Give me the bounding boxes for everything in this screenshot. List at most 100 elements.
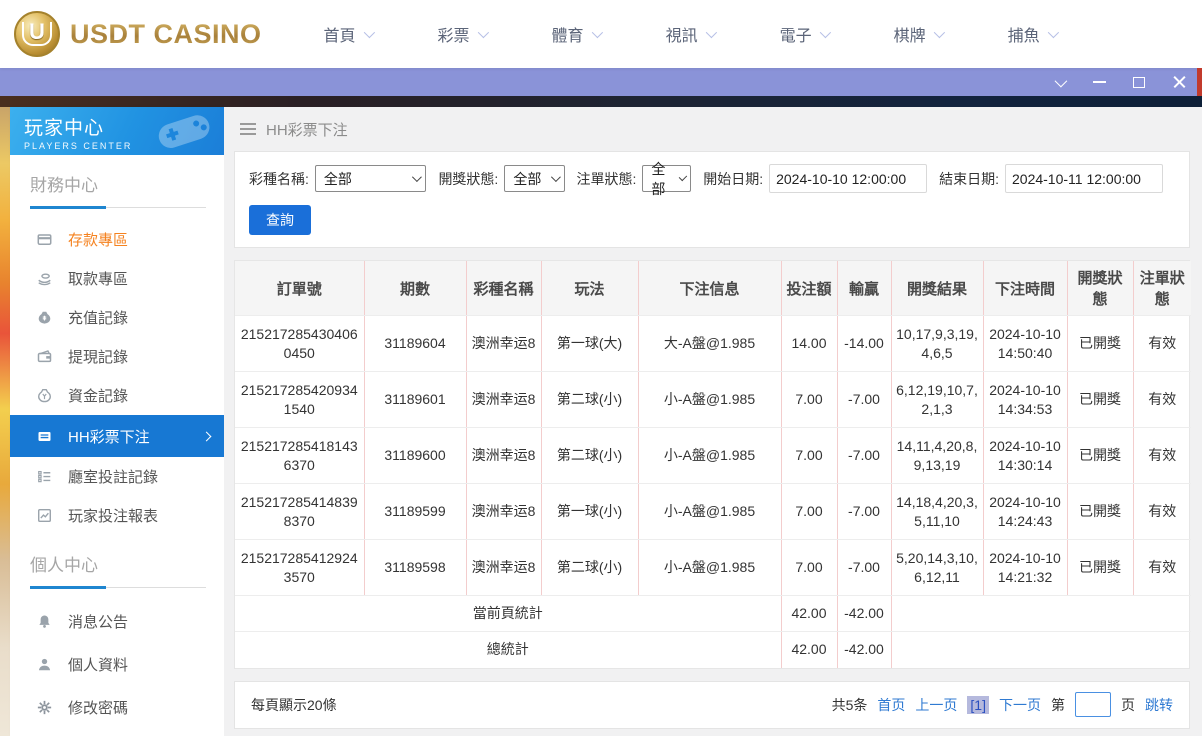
nav-label: 視訊 — [665, 28, 698, 45]
section-heading-finance: 財務中心 — [30, 176, 98, 195]
sidebar-item-label: 充值記錄 — [68, 310, 129, 327]
sidebar-item-label: 玩家投注報表 — [68, 508, 159, 525]
start-date-input[interactable] — [769, 164, 928, 193]
page-total-empty — [891, 595, 1191, 632]
jump-action-link[interactable]: 跳转 — [1145, 695, 1173, 715]
chevron-down-icon — [705, 26, 717, 39]
cell-play-type: 第一球(大) — [541, 315, 639, 372]
window-title-bar — [0, 68, 1202, 96]
nav-item-lottery[interactable]: 彩票 — [437, 22, 489, 46]
chevron-down-icon — [678, 172, 688, 182]
cell-draw-status: 已開獎 — [1067, 427, 1134, 484]
prev-page-link[interactable]: 上一页 — [915, 695, 957, 715]
nav-item-slots[interactable]: 電子 — [780, 22, 831, 46]
cell-lottery-name: 澳洲幸运8 — [466, 371, 542, 428]
sidebar-item-profile[interactable]: 個人資料 — [10, 645, 224, 684]
cell-period: 31189604 — [364, 315, 467, 372]
brand-logo[interactable]: U USDT CASINO — [14, 11, 262, 57]
lottery-name-select[interactable]: 全部 — [314, 165, 427, 192]
cell-order-status: 有效 — [1133, 483, 1191, 540]
col-bet-amount: 投注額 — [781, 261, 838, 316]
order-status-label: 注單狀態: — [576, 170, 637, 187]
sidebar-item-label: 廳室投註記錄 — [68, 469, 159, 486]
background-artwork-strip — [0, 107, 10, 736]
next-page-link[interactable]: 下一页 — [999, 695, 1041, 715]
chevron-down-icon — [1054, 74, 1067, 87]
nav-item-live[interactable]: 視訊 — [665, 22, 717, 46]
sidebar-item-label: 修改密碼 — [68, 700, 129, 717]
cell-draw-result: 5,20,14,3,10,6,12,11 — [891, 539, 984, 596]
bell-icon — [36, 614, 52, 630]
first-page-link[interactable]: 首页 — [877, 695, 905, 715]
nav-item-fishing[interactable]: 捕魚 — [1008, 22, 1059, 46]
sidebar-item-hall-bet-records[interactable]: 廳室投註記錄 — [10, 457, 224, 496]
top-nav: 首頁 彩票 體育 視訊 電子 棋牌 捕魚 — [323, 22, 1059, 46]
close-button[interactable] — [1170, 73, 1188, 91]
grand-total-empty — [891, 632, 1191, 668]
cell-bet-amount: 7.00 — [781, 427, 838, 484]
sidebar-item-label: 個人資料 — [68, 657, 129, 674]
chevron-down-icon — [363, 26, 375, 39]
sidebar-item-change-password[interactable]: 修改密碼 — [10, 688, 224, 727]
nav-label: 棋牌 — [893, 28, 926, 45]
cell-lottery-name: 澳洲幸运8 — [466, 315, 542, 372]
cell-bet-amount: 7.00 — [781, 539, 838, 596]
col-play-type: 玩法 — [541, 261, 639, 316]
cell-bet-amount: 14.00 — [781, 315, 838, 372]
logo-letter: U — [22, 21, 52, 46]
collapse-chevron-button[interactable] — [1050, 73, 1068, 91]
sidebar-item-withdraw-zone[interactable]: 取款專區 — [10, 259, 224, 298]
close-button-edge — [1197, 68, 1202, 96]
order-status-select[interactable]: 全部 — [642, 161, 692, 197]
main-content: HH彩票下注 彩種名稱: 全部 開獎狀態: 全部 注單狀態: 全部 開始日期: … — [224, 107, 1202, 736]
page-title: HH彩票下注 — [266, 121, 348, 139]
pagination-panel: 每頁顯示20條 共5条 首页 上一页 [1] 下一页 第 页 跳转 — [234, 680, 1190, 729]
sidebar-item-player-bet-report[interactable]: 玩家投注報表 — [10, 496, 224, 535]
chevron-down-icon — [1047, 26, 1059, 39]
draw-status-select[interactable]: 全部 — [504, 165, 565, 192]
table-row: 2152172854181436370 31189600 澳洲幸运8 第二球(小… — [235, 427, 1191, 484]
col-order-no: 訂單號 — [235, 261, 365, 316]
cell-bet-amount: 7.00 — [781, 371, 838, 428]
page-total-bet: 42.00 — [781, 595, 838, 632]
query-button[interactable]: 查詢 — [249, 205, 311, 235]
sidebar-item-recharge-records[interactable]: 充值記錄 — [10, 298, 224, 337]
lottery-ticket-icon — [36, 428, 52, 444]
total-count: 共5条 — [831, 696, 868, 713]
page-total-winloss: -42.00 — [837, 595, 892, 632]
deposit-card-icon — [36, 232, 52, 248]
cell-draw-result: 6,12,19,10,7,2,1,3 — [891, 371, 984, 428]
sidebar-item-withdrawal-records[interactable]: 提現記錄 — [10, 337, 224, 376]
jump-suffix: 页 — [1121, 696, 1135, 713]
cell-period: 31189599 — [364, 483, 467, 540]
nav-item-cards[interactable]: 棋牌 — [893, 22, 945, 46]
sidebar-item-label: 提現記錄 — [68, 349, 129, 366]
sidebar-item-deposit-zone[interactable]: 存款專區 — [10, 220, 224, 259]
cell-draw-result: 14,11,4,20,8,9,13,19 — [891, 427, 984, 484]
nav-label: 首頁 — [323, 28, 356, 45]
nav-item-sports[interactable]: 體育 — [552, 22, 603, 46]
sidebar-item-announcements[interactable]: 消息公告 — [10, 602, 224, 641]
screen: U USDT CASINO 首頁 彩票 體育 視訊 電子 棋牌 捕魚 玩家中心 … — [0, 0, 1202, 736]
cell-draw-status: 已開獎 — [1067, 483, 1134, 540]
current-page[interactable]: [1] — [967, 695, 989, 714]
page-total-label: 當前頁統計 — [235, 595, 782, 632]
cell-order-no: 2152172854209341540 — [235, 371, 365, 428]
sidebar-item-funds-records[interactable]: 資金記錄 — [10, 376, 224, 415]
minimize-button[interactable] — [1090, 73, 1108, 91]
bets-table-panel: 訂單號 期數 彩種名稱 玩法 下注信息 投注額 輸贏 開獎結果 下注時間 開獎狀… — [234, 260, 1191, 669]
maximize-button[interactable] — [1130, 73, 1148, 91]
cell-order-no: 2152172854181436370 — [235, 427, 365, 484]
menu-toggle-icon[interactable] — [240, 120, 256, 138]
cell-bet-time: 2024-10-10 14:21:32 — [983, 539, 1068, 596]
cell-order-status: 有效 — [1133, 539, 1191, 596]
end-date-input[interactable] — [1005, 164, 1163, 193]
draw-status-label: 開獎狀態: — [438, 170, 499, 187]
bets-table: 訂單號 期數 彩種名稱 玩法 下注信息 投注額 輸贏 開獎結果 下注時間 開獎狀… — [235, 261, 1191, 668]
cell-lottery-name: 澳洲幸运8 — [466, 539, 542, 596]
sidebar-item-hh-lottery-bets[interactable]: HH彩票下注 — [10, 415, 224, 457]
page-jump-input[interactable] — [1075, 692, 1111, 717]
nav-item-home[interactable]: 首頁 — [323, 22, 375, 46]
nav-label: 彩票 — [437, 28, 470, 45]
withdraw-hand-icon — [36, 271, 52, 287]
